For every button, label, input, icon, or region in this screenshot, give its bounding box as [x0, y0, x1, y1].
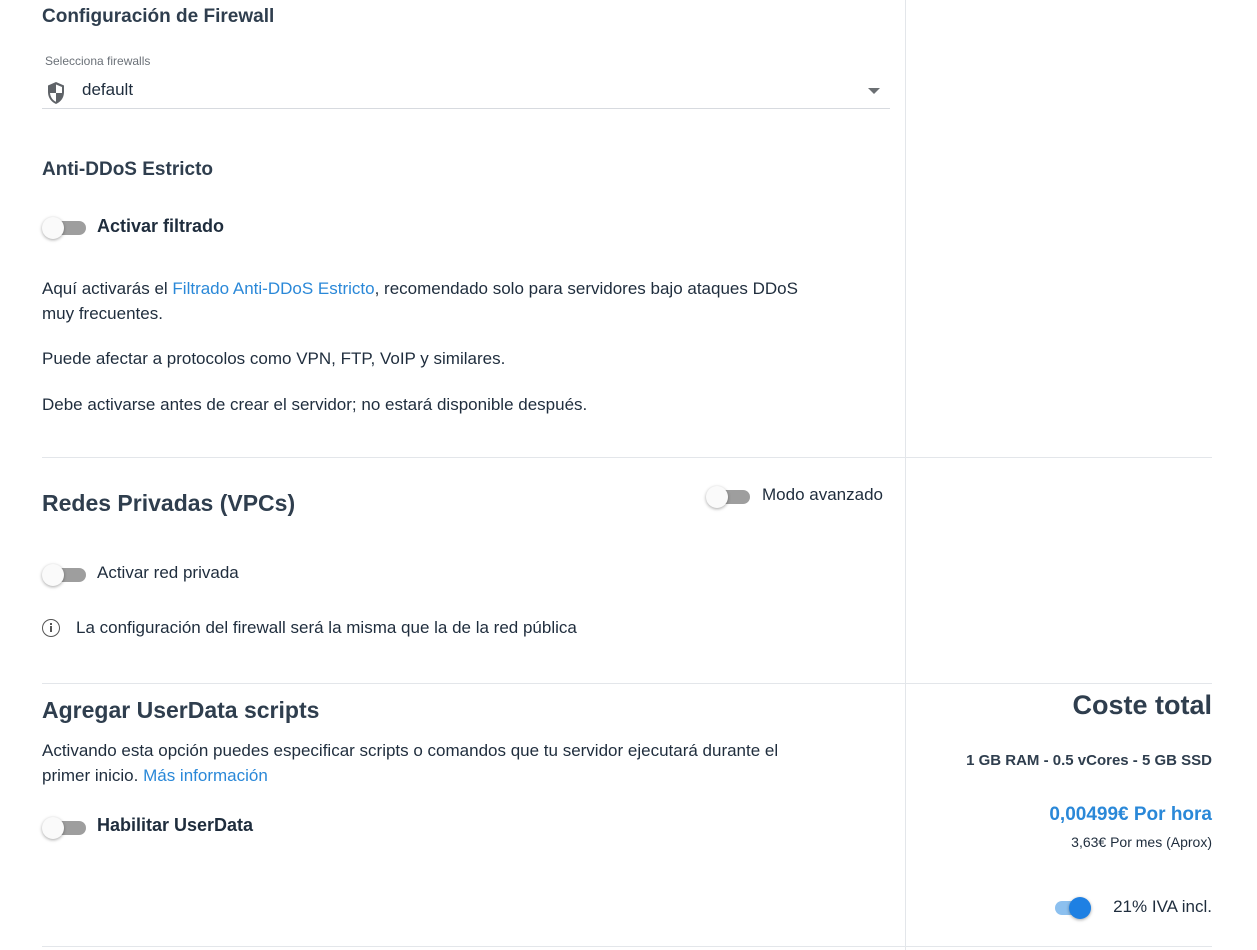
firewall-select[interactable]: default	[42, 78, 890, 109]
section-divider	[42, 457, 1212, 458]
firewall-select-value: default	[82, 80, 134, 99]
userdata-toggle-label: Habilitar UserData	[97, 815, 254, 835]
antiddos-note-protocols: Puede afectar a protocolos como VPN, FTP…	[42, 349, 506, 368]
price-per-hour: 0,00499€ Por hora	[1049, 804, 1212, 825]
section-divider	[42, 683, 1212, 684]
shield-icon	[46, 81, 66, 110]
vat-label: 21% IVA incl.	[1113, 897, 1212, 916]
vat-toggle[interactable]	[1047, 897, 1093, 919]
userdata-desc-line1: Activando esta opción puedes especificar…	[42, 741, 779, 760]
userdata-desc-line2: primer inicio.	[42, 766, 144, 785]
antiddos-desc-suffix: , recomendado solo para servidores bajo …	[374, 279, 798, 298]
userdata-description: Activando esta opción puedes especificar…	[42, 738, 892, 788]
antiddos-desc-line2: muy frecuentes.	[42, 304, 163, 323]
advanced-mode-toggle[interactable]	[706, 486, 752, 508]
advanced-mode-label: Modo avanzado	[762, 485, 883, 504]
info-icon	[42, 619, 60, 637]
column-divider	[905, 0, 906, 950]
antiddos-title: Anti-DDoS Estricto	[42, 159, 213, 180]
userdata-more-info-link[interactable]: Más información	[143, 766, 268, 785]
antiddos-info-link[interactable]: Filtrado Anti-DDoS Estricto	[172, 279, 374, 298]
private-network-label: Activar red privada	[97, 563, 239, 582]
firewall-select-label: Selecciona firewalls	[45, 54, 151, 68]
userdata-toggle[interactable]	[42, 817, 88, 839]
antiddos-desc-prefix: Aquí activarás el	[42, 279, 173, 298]
userdata-title: Agregar UserData scripts	[42, 697, 320, 723]
antiddos-note-timing: Debe activarse antes de crear el servido…	[42, 395, 588, 414]
vpc-title: Redes Privadas (VPCs)	[42, 490, 296, 516]
firewall-title: Configuración de Firewall	[42, 6, 275, 27]
section-divider	[42, 946, 1212, 947]
antiddos-toggle[interactable]	[42, 217, 88, 239]
antiddos-description: Aquí activarás el Filtrado Anti-DDoS Est…	[42, 276, 892, 326]
private-network-toggle[interactable]	[42, 564, 88, 586]
vpc-info-text: La configuración del firewall será la mi…	[76, 618, 577, 637]
price-per-month: 3,63€ Por mes (Aprox)	[1071, 834, 1212, 850]
antiddos-toggle-label: Activar filtrado	[97, 216, 225, 236]
total-cost-title: Coste total	[1072, 690, 1212, 720]
chevron-down-icon[interactable]	[868, 88, 880, 94]
server-specs: 1 GB RAM - 0.5 vCores - 5 GB SSD	[966, 752, 1212, 769]
